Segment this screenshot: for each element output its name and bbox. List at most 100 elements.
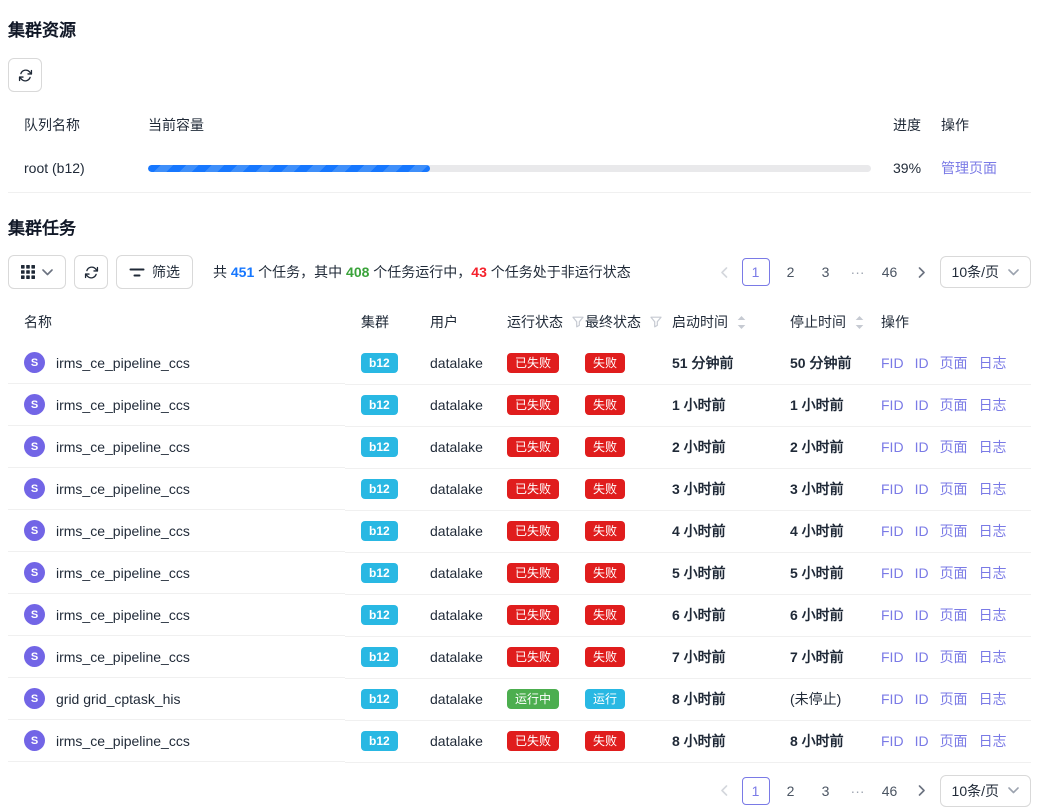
start-time: 5 小时前 [656, 552, 774, 594]
chevron-down-icon [1008, 787, 1019, 794]
chevron-left-icon [720, 785, 728, 796]
action-page-link[interactable]: 页面 [940, 691, 968, 707]
run-status-badge: 运行中 [507, 689, 559, 709]
action-id-link[interactable]: ID [915, 607, 929, 623]
col-stop-time-label: 停止时间 [790, 312, 846, 332]
action-log-link[interactable]: 日志 [979, 397, 1007, 413]
action-page-link[interactable]: 页面 [940, 397, 968, 413]
action-page-link[interactable]: 页面 [940, 649, 968, 665]
action-log-link[interactable]: 日志 [979, 691, 1007, 707]
summary-text: 个任务运行中， [369, 264, 471, 280]
action-log-link[interactable]: 日志 [979, 523, 1007, 539]
action-id-link[interactable]: ID [915, 439, 929, 455]
final-status-badge: 失败 [585, 479, 625, 499]
action-fid-link[interactable]: FID [881, 565, 904, 581]
page-number-3[interactable]: 3 [812, 258, 840, 286]
prev-page-button[interactable] [713, 777, 735, 805]
page-size-value: 10条/页 [952, 781, 999, 801]
action-log-link[interactable]: 日志 [979, 733, 1007, 749]
page-number-2[interactable]: 2 [777, 777, 805, 805]
action-page-link[interactable]: 页面 [940, 439, 968, 455]
page-size-select[interactable]: 10条/页 [940, 775, 1031, 807]
page-ellipsis[interactable]: ··· [847, 783, 869, 799]
chevron-left-icon [720, 267, 728, 278]
action-fid-link[interactable]: FID [881, 439, 904, 455]
prev-page-button[interactable] [713, 258, 735, 286]
cluster-badge: b12 [361, 689, 398, 709]
action-fid-link[interactable]: FID [881, 355, 904, 371]
final-status-filter-icon[interactable] [650, 316, 662, 328]
next-page-button[interactable] [911, 777, 933, 805]
action-fid-link[interactable]: FID [881, 733, 904, 749]
action-id-link[interactable]: ID [915, 523, 929, 539]
tasks-refresh-button[interactable] [74, 255, 108, 289]
actions-cell: FID ID 页面日志 [865, 468, 1031, 510]
col-capacity: 当前容量 [132, 106, 877, 144]
action-log-link[interactable]: 日志 [979, 481, 1007, 497]
action-fid-link[interactable]: FID [881, 607, 904, 623]
resources-refresh-button[interactable] [8, 58, 42, 92]
run-status-filter-icon[interactable] [572, 316, 584, 328]
action-fid-link[interactable]: FID [881, 691, 904, 707]
table-row: Sirms_ce_pipeline_ccsb12datalake已失败失败8 小… [8, 720, 1031, 762]
stop-time: 2 小时前 [774, 426, 865, 468]
column-settings-button[interactable] [8, 255, 66, 289]
page-number-46[interactable]: 46 [876, 777, 904, 805]
action-log-link[interactable]: 日志 [979, 649, 1007, 665]
avatar: S [24, 478, 45, 499]
action-page-link[interactable]: 页面 [940, 481, 968, 497]
col-run-status-label: 运行状态 [507, 312, 563, 332]
action-page-link[interactable]: 页面 [940, 607, 968, 623]
run-status-badge: 已失败 [507, 605, 559, 625]
action-page-link[interactable]: 页面 [940, 523, 968, 539]
col-start-time: 启动时间 [656, 302, 774, 342]
action-id-link[interactable]: ID [915, 733, 929, 749]
page-size-select[interactable]: 10条/页 [940, 256, 1031, 288]
action-fid-link[interactable]: FID [881, 649, 904, 665]
action-id-link[interactable]: ID [915, 649, 929, 665]
avatar: S [24, 688, 45, 709]
run-status-badge: 已失败 [507, 395, 559, 415]
action-id-link[interactable]: ID [915, 397, 929, 413]
start-time-sort-icon[interactable] [737, 316, 746, 329]
action-id-link[interactable]: ID [915, 565, 929, 581]
tasks-header-row: 名称 集群 用户 运行状态 最终状态 启动时间 停止时间 [8, 302, 1031, 342]
run-status-badge: 已失败 [507, 437, 559, 457]
task-name-cell: Sirms_ce_pipeline_ccs [8, 552, 345, 594]
action-log-link[interactable]: 日志 [979, 355, 1007, 371]
action-log-link[interactable]: 日志 [979, 565, 1007, 581]
progress-value: 39% [877, 144, 925, 193]
final-status-badge: 失败 [585, 563, 625, 583]
action-id-link[interactable]: ID [915, 355, 929, 371]
manage-page-link[interactable]: 管理页面 [941, 160, 997, 176]
action-fid-link[interactable]: FID [881, 523, 904, 539]
page-number-1[interactable]: 1 [742, 258, 770, 286]
cluster-badge: b12 [361, 479, 398, 499]
page-number-1[interactable]: 1 [742, 777, 770, 805]
action-id-link[interactable]: ID [915, 691, 929, 707]
action-page-link[interactable]: 页面 [940, 355, 968, 371]
stop-time-sort-icon[interactable] [855, 316, 864, 329]
page-number-46[interactable]: 46 [876, 258, 904, 286]
next-page-button[interactable] [911, 258, 933, 286]
page-ellipsis[interactable]: ··· [847, 264, 869, 280]
run-status-badge: 已失败 [507, 479, 559, 499]
actions-cell: FID ID 页面日志 [865, 552, 1031, 594]
action-log-link[interactable]: 日志 [979, 439, 1007, 455]
user: datalake [414, 552, 491, 594]
table-row: Sirms_ce_pipeline_ccsb12datalake已失败失败6 小… [8, 594, 1031, 636]
page-number-3[interactable]: 3 [812, 777, 840, 805]
task-name-cell: Sirms_ce_pipeline_ccs [8, 636, 345, 678]
start-time: 7 小时前 [656, 636, 774, 678]
page-number-2[interactable]: 2 [777, 258, 805, 286]
table-row: Sgrid grid_cptask_hisb12datalake运行中运行8 小… [8, 678, 1031, 720]
action-page-link[interactable]: 页面 [940, 565, 968, 581]
action-fid-link[interactable]: FID [881, 481, 904, 497]
col-queue-name: 队列名称 [8, 106, 132, 144]
action-log-link[interactable]: 日志 [979, 607, 1007, 623]
action-id-link[interactable]: ID [915, 481, 929, 497]
filter-button[interactable]: 筛选 [116, 255, 193, 289]
task-name: grid grid_cptask_his [56, 691, 181, 707]
action-page-link[interactable]: 页面 [940, 733, 968, 749]
action-fid-link[interactable]: FID [881, 397, 904, 413]
